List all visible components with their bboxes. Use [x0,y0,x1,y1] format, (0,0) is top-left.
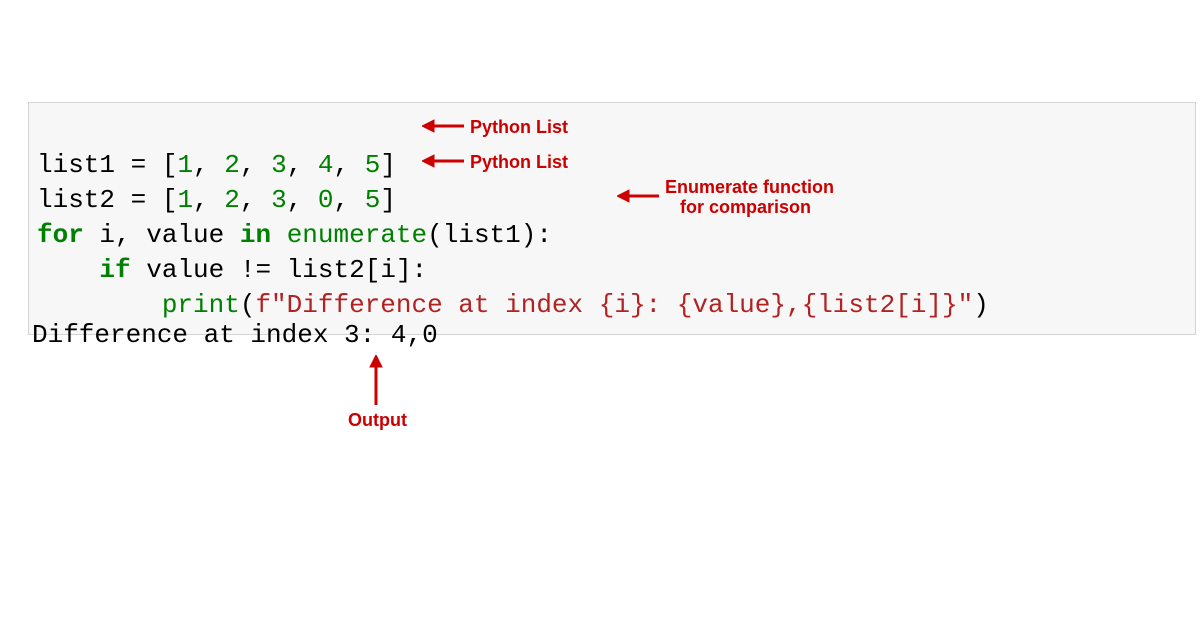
annotation-output: Output [348,410,407,431]
arrow-left-icon [617,188,659,204]
arrow-up-icon [368,355,384,405]
output-text: Difference at index 3: 4,0 [32,320,438,350]
code-line-2: list2 = [1, 2, 3, 0, 5] [37,185,396,215]
annotation-enumerate-line1: Enumerate function [665,177,834,198]
arrow-left-icon [422,153,464,169]
code-line-1: list1 = [1, 2, 3, 4, 5] [37,150,396,180]
code-line-5: print(f"Difference at index {i}: {value}… [37,290,989,320]
code-line-4: if value != list2[i]: [37,255,427,285]
arrow-left-icon [422,118,464,134]
annotation-list2: Python List [470,152,568,173]
annotation-enumerate-line2: for comparison [680,197,811,218]
annotation-list1: Python List [470,117,568,138]
code-line-3: for i, value in enumerate(list1): [37,220,552,250]
code-block: list1 = [1, 2, 3, 4, 5] list2 = [1, 2, 3… [28,102,1196,335]
